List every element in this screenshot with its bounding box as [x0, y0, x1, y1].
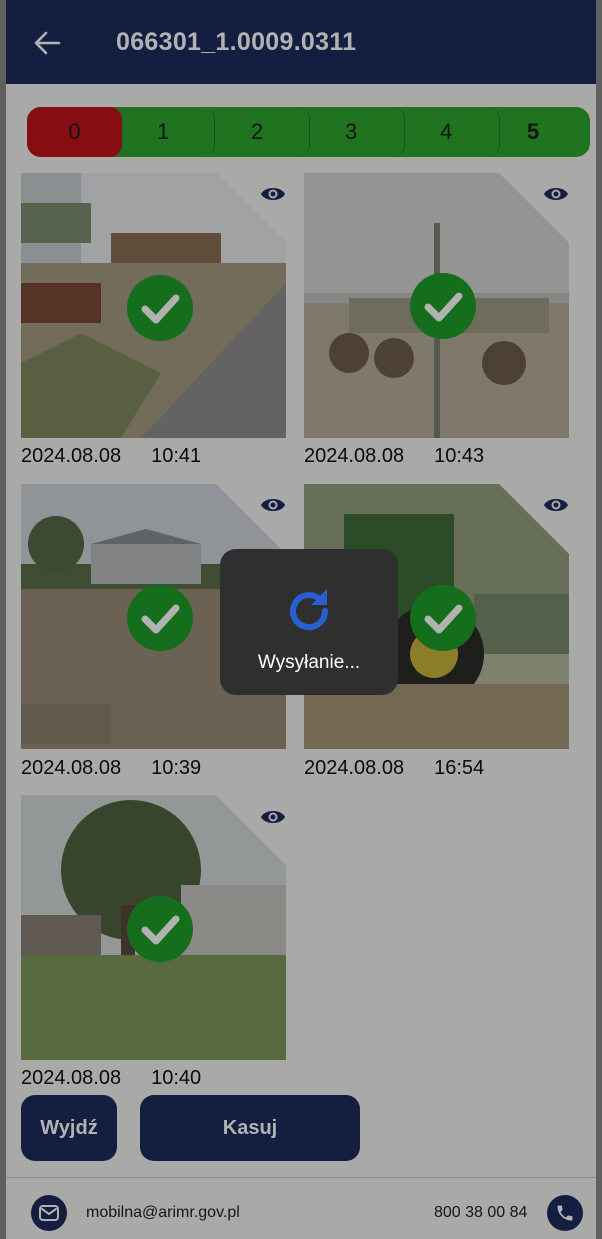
- loading-text: Wysyłanie...: [257, 652, 361, 673]
- refresh-icon: [290, 589, 329, 631]
- loading-dialog: Wysyłanie...: [220, 549, 398, 695]
